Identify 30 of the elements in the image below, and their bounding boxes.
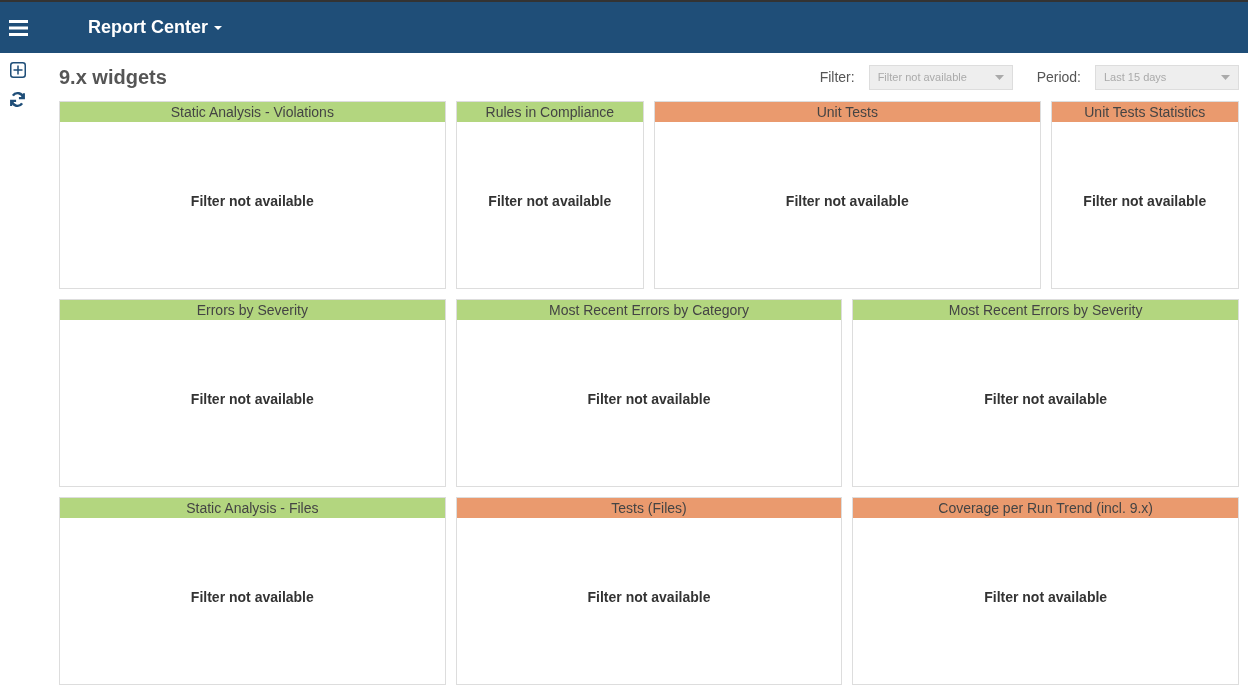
- page-title: 9.x widgets: [59, 65, 167, 90]
- widget-message: Filter not available: [1083, 191, 1207, 211]
- widget-message: Filter not available: [190, 587, 314, 607]
- widget-message: Filter not available: [984, 389, 1108, 409]
- widget-header: Unit Tests Statistics: [1051, 102, 1238, 122]
- menu-icon[interactable]: [9, 19, 28, 36]
- widget-header: Tests (Files): [456, 498, 842, 518]
- report-center-menu[interactable]: Report Center: [88, 14, 222, 41]
- widget-header: Coverage per Run Trend (incl. 9.x): [853, 498, 1238, 518]
- caret-icon: [214, 25, 222, 30]
- filter-label: Period:: [1036, 67, 1081, 87]
- widget-header: Errors by Severity: [60, 300, 445, 320]
- widget-message: Filter not available: [190, 191, 314, 211]
- widget-header: Static Analysis - Violations: [60, 102, 445, 122]
- widget-message: Filter not available: [785, 191, 909, 211]
- caret-icon: [994, 74, 1004, 80]
- widget-message: Filter not available: [488, 191, 612, 211]
- add-icon[interactable]: [9, 62, 26, 78]
- refresh-icon[interactable]: [9, 91, 26, 108]
- filter-label: Filter:: [819, 67, 855, 87]
- widget-header: Unit Tests: [655, 102, 1040, 122]
- widget-message: Filter not available: [587, 389, 711, 409]
- widget-header: Most Recent Errors by Category: [456, 300, 842, 320]
- widget-header: Most Recent Errors by Severity: [853, 300, 1238, 320]
- caret-icon: [1221, 74, 1230, 80]
- widget-message: Filter not available: [984, 587, 1108, 607]
- widget-header: Rules in Compliance: [456, 102, 643, 122]
- widget-message: Filter not available: [587, 587, 711, 607]
- widget-header: Static Analysis - Files: [60, 498, 445, 518]
- widget-message: Filter not available: [190, 389, 314, 409]
